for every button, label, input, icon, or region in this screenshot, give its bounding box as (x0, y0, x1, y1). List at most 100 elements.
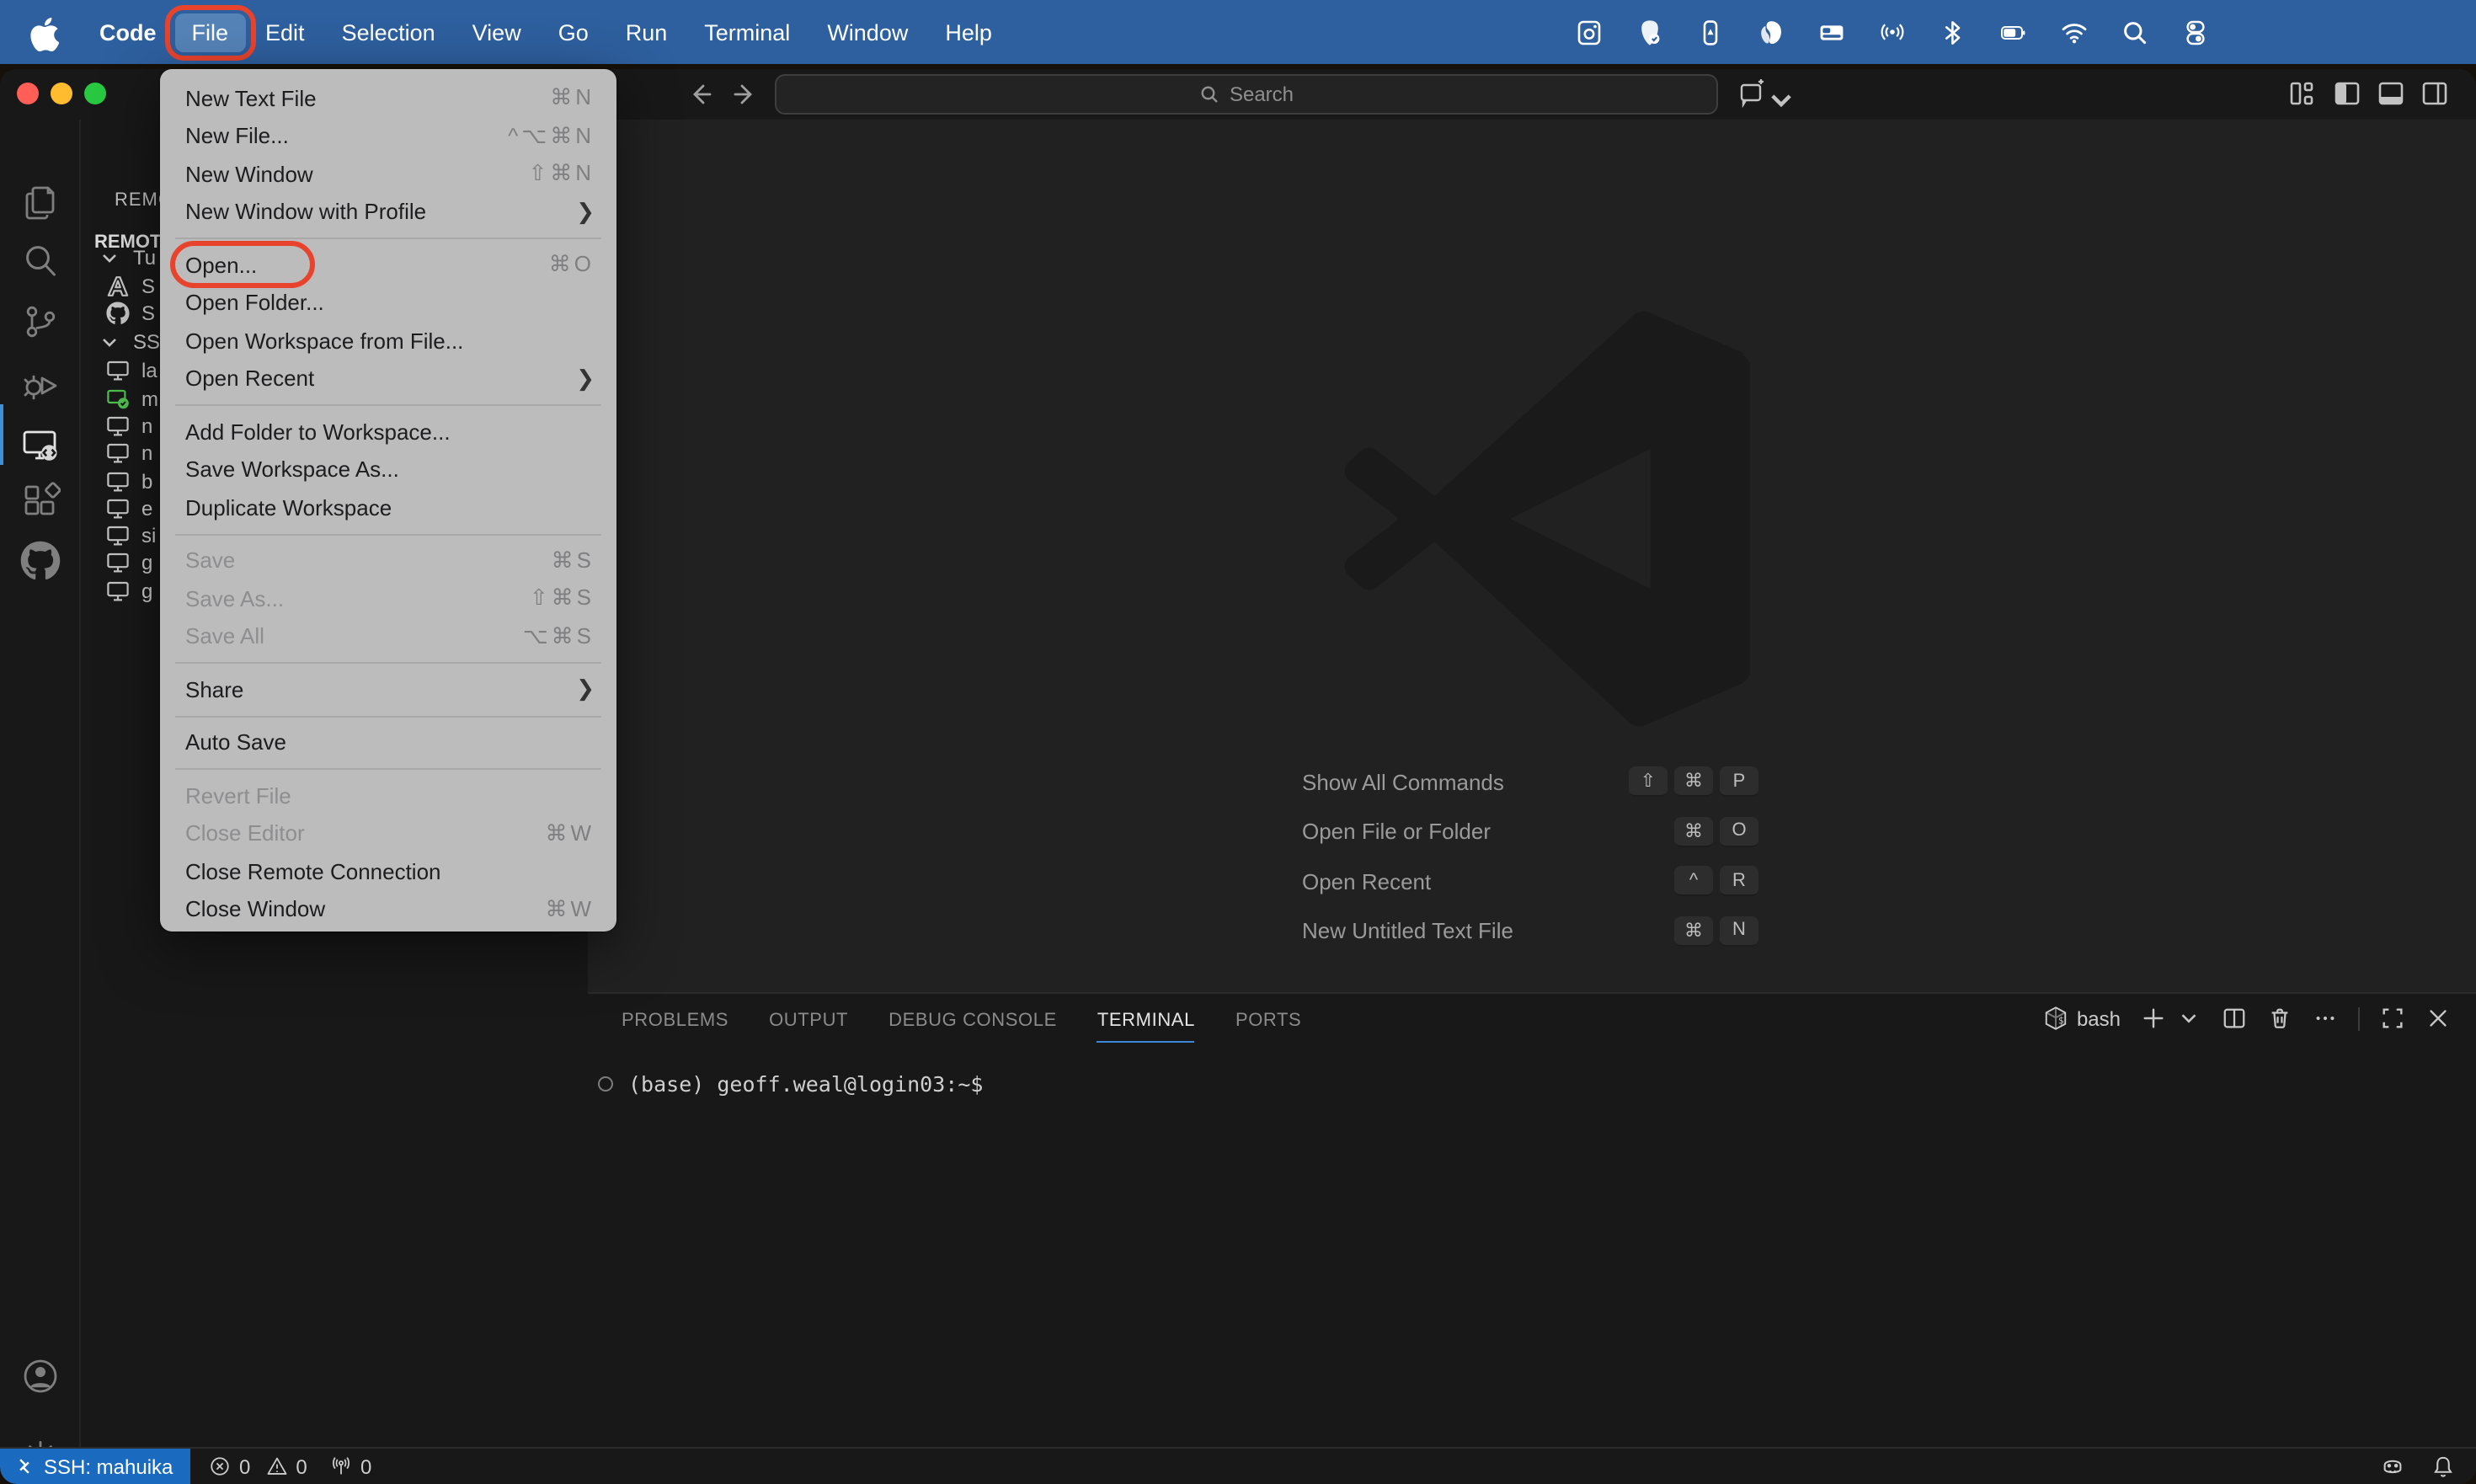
back-arrow-icon[interactable] (679, 74, 719, 115)
seashell-icon[interactable] (1757, 18, 1785, 46)
chevron-down-icon[interactable] (1767, 86, 1796, 115)
tree-item[interactable]: n (106, 413, 152, 440)
menu-item-open[interactable]: Open... ⌘O (160, 241, 616, 288)
remote-explorer-icon[interactable] (20, 424, 61, 465)
menubar-menu-window[interactable]: Window (810, 13, 925, 51)
remote-label: SSH: mahuika (44, 1455, 173, 1478)
search-icon[interactable] (20, 241, 61, 281)
warning-icon (266, 1457, 286, 1475)
bluetooth-icon[interactable] (1939, 18, 1967, 46)
panel-tab-terminal[interactable]: TERMINAL (1097, 1011, 1195, 1043)
camera-app-icon[interactable] (1575, 18, 1604, 46)
menu-item-new-window[interactable]: New Window ⇧⌘N (160, 155, 616, 193)
apple-menu-icon[interactable] (30, 15, 59, 52)
vscode-logo-watermark (1339, 308, 1760, 729)
toggle-panel-icon[interactable] (2377, 79, 2405, 108)
copilot-status-icon[interactable] (2380, 1454, 2405, 1479)
extensions-icon[interactable] (20, 479, 61, 520)
menu-item-share[interactable]: Share ❯ (160, 670, 616, 708)
shield-check-icon[interactable] (1636, 18, 1664, 46)
panel-tab-debug-console[interactable]: DEBUG CONSOLE (888, 1011, 1057, 1031)
customize-layout-icon[interactable] (2287, 79, 2316, 108)
tree-item[interactable]: g (106, 549, 152, 576)
menubar-menu-run[interactable]: Run (609, 13, 685, 51)
panel-tab-ports[interactable]: PORTS (1235, 1011, 1301, 1031)
menubar-menu-selection[interactable]: Selection (325, 13, 452, 51)
menubar-app-name[interactable]: Code (83, 19, 173, 45)
ports-status[interactable]: 0 (330, 1449, 371, 1484)
menu-item-open-folder[interactable]: Open Folder... (160, 284, 616, 322)
keyboard-icon[interactable] (1817, 18, 1846, 46)
terminal-dropdown-chevron-icon[interactable] (2176, 1006, 2201, 1031)
menu-item-save-workspace-as[interactable]: Save Workspace As... (160, 451, 616, 488)
tree-item[interactable]: SS (98, 328, 160, 355)
remote-indicator[interactable]: SSH: mahuika (0, 1449, 190, 1484)
forward-arrow-icon[interactable] (726, 74, 766, 115)
menu-item-new-file[interactable]: New File... ^⌥⌘N (160, 117, 616, 155)
menubar-menu-edit[interactable]: Edit (248, 13, 322, 51)
battery-icon[interactable] (1999, 18, 2028, 46)
tree-item[interactable]: S (106, 273, 155, 300)
menu-item-new-text-file[interactable]: New Text File ⌘N (160, 79, 616, 117)
tree-item-label: SS (133, 329, 161, 353)
toggle-secondary-sidebar-icon[interactable] (2420, 79, 2449, 108)
close-window-button[interactable] (17, 83, 39, 104)
explorer-icon[interactable] (20, 182, 61, 222)
tree-item[interactable]: g (106, 577, 152, 604)
problems-status[interactable]: 0 0 (209, 1449, 307, 1484)
control-center-icon[interactable] (2181, 18, 2210, 46)
tree-item[interactable]: m (106, 385, 158, 412)
tree-item-label: la (141, 359, 157, 382)
terminal-content[interactable]: (base) geoff.weal@login03:~$ (598, 1071, 983, 1097)
menubar-menu-go[interactable]: Go (542, 13, 606, 51)
tree-item[interactable]: si (106, 522, 156, 549)
maximize-panel-icon[interactable] (2380, 1006, 2405, 1031)
menu-item-new-window-with-profile[interactable]: New Window with Profile ❯ (160, 193, 616, 231)
wifi-icon[interactable] (2060, 18, 2089, 46)
tree-item[interactable]: la (106, 357, 157, 384)
panel-tab-output[interactable]: OUTPUT (769, 1011, 848, 1031)
menubar-menu-view[interactable]: View (456, 13, 538, 51)
github-icon[interactable] (20, 540, 61, 580)
tree-item[interactable]: e (106, 494, 152, 521)
more-actions-icon[interactable] (2313, 1006, 2338, 1031)
tree-item[interactable]: S (106, 300, 155, 327)
zoom-window-button[interactable] (84, 83, 106, 104)
spotlight-search-icon[interactable] (2121, 18, 2149, 46)
copilot-chat-icon[interactable] (1738, 79, 1767, 108)
menu-item-label: Close Window (185, 896, 326, 922)
menu-item-close-window[interactable]: Close Window ⌘W (160, 890, 616, 928)
airdrop-icon[interactable] (1878, 18, 1907, 46)
command-decoration-icon (598, 1076, 613, 1092)
shell-label: bash (2076, 1006, 2121, 1030)
shortcut-label: Open Recent (1302, 868, 1432, 894)
menu-item-open-recent[interactable]: Open Recent ❯ (160, 360, 616, 398)
command-center-search[interactable]: Search (775, 74, 1718, 115)
device-pill-icon[interactable] (1696, 18, 1725, 46)
menu-item-auto-save[interactable]: Auto Save (160, 723, 616, 761)
tree-item[interactable]: b (106, 467, 152, 494)
menubar-menu-file[interactable]: File (164, 4, 256, 60)
menu-item-duplicate-workspace[interactable]: Duplicate Workspace (160, 488, 616, 526)
panel-tab-problems[interactable]: PROBLEMS (622, 1011, 728, 1031)
menu-shortcut: ⌘W (545, 895, 595, 921)
menubar-menu-terminal[interactable]: Terminal (687, 13, 807, 51)
menu-item-add-folder-to-workspace[interactable]: Add Folder to Workspace... (160, 413, 616, 451)
close-panel-icon[interactable] (2425, 1006, 2451, 1031)
accounts-icon[interactable] (20, 1356, 61, 1396)
kill-terminal-trash-icon[interactable] (2267, 1006, 2292, 1031)
menu-item-label: Share (185, 676, 244, 702)
menu-item-open-workspace-from-file[interactable]: Open Workspace from File... (160, 322, 616, 360)
tree-item[interactable]: Tu (98, 244, 156, 271)
terminal-instance[interactable]: $ bash (2043, 1006, 2121, 1031)
source-control-icon[interactable] (20, 302, 61, 342)
run-debug-icon[interactable] (20, 366, 61, 406)
toggle-primary-sidebar-icon[interactable] (2333, 79, 2361, 108)
menubar-menu-help[interactable]: Help (928, 13, 1009, 51)
notifications-bell-icon[interactable] (2431, 1454, 2456, 1479)
minimize-window-button[interactable] (51, 83, 72, 104)
menu-item-close-remote-connection[interactable]: Close Remote Connection (160, 852, 616, 890)
new-terminal-icon[interactable] (2141, 1006, 2166, 1031)
split-terminal-icon[interactable] (2222, 1006, 2247, 1031)
tree-item[interactable]: n (106, 440, 152, 467)
